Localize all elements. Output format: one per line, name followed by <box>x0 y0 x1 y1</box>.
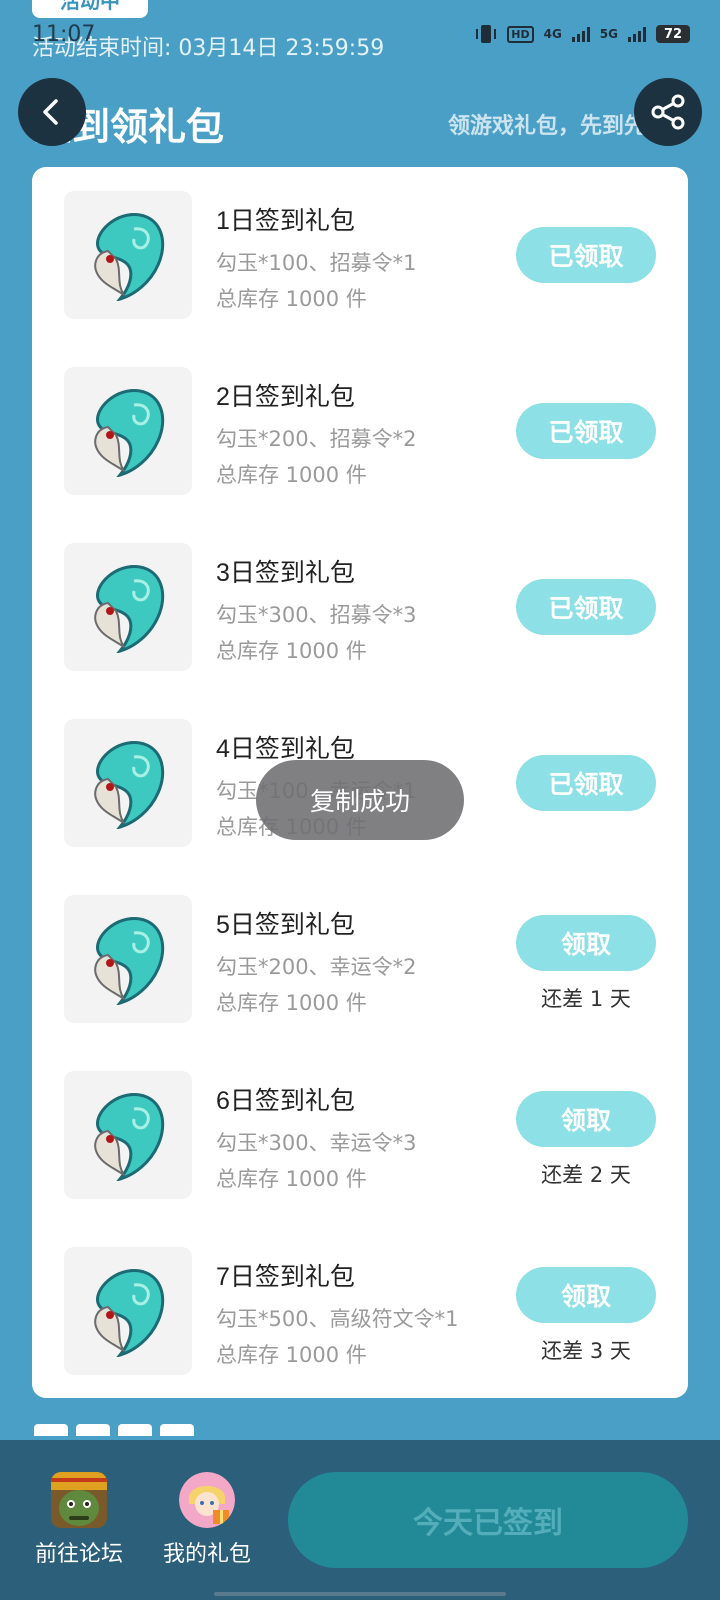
gift-items: 勾玉*500、高级符文令*1 <box>216 1307 459 1331</box>
chevron-left-icon <box>43 99 58 125</box>
copy-success-toast: 复制成功 <box>256 760 464 840</box>
claim-button[interactable]: 领取 <box>516 1091 656 1147</box>
status-bar: 活动结束时间: 03月14日 23:59:59 11:07 HD 4G 5G 7… <box>0 0 720 70</box>
gift-title: 3日签到礼包 <box>216 559 355 587</box>
status-icons: HD 4G 5G 72 <box>475 24 690 44</box>
home-indicator <box>214 1592 506 1596</box>
share-button[interactable] <box>634 78 702 146</box>
gift-row-day-7: 7日签到礼包 勾玉*500、高级符文令*1 总库存 1000 件 领取 还差 3… <box>32 1247 688 1375</box>
gift-row-day-2: 2日签到礼包 勾玉*200、招募令*2 总库存 1000 件 已领取 <box>32 367 688 495</box>
days-remaining: 还差 1 天 <box>541 987 631 1011</box>
share-icon <box>651 94 685 130</box>
magatama-icon <box>64 543 192 671</box>
status-time: 11:07 <box>32 22 96 47</box>
forum-nav-label: 前往论坛 <box>34 1542 123 1567</box>
my-gifts-nav-button[interactable]: 我的礼包 <box>152 1472 262 1568</box>
character-gift-icon <box>179 1472 235 1528</box>
vibrate-icon <box>476 25 497 43</box>
gift-items: 勾玉*200、幸运令*2 <box>216 955 417 979</box>
magatama-icon <box>64 719 192 847</box>
my-gifts-nav-label: 我的礼包 <box>162 1542 251 1567</box>
claimed-button[interactable]: 已领取 <box>516 403 656 459</box>
network-5g-label: 5G <box>599 27 618 41</box>
network-4g-label: 4G <box>543 27 562 41</box>
claimed-button[interactable]: 已领取 <box>516 755 656 811</box>
hd-icon: HD <box>507 25 534 43</box>
days-remaining: 还差 3 天 <box>541 1339 631 1363</box>
claim-button[interactable]: 领取 <box>516 915 656 971</box>
gift-stock: 总库存 1000 件 <box>216 463 367 487</box>
battery-icon: 72 <box>656 25 690 43</box>
magatama-icon <box>64 1247 192 1375</box>
magatama-icon <box>64 367 192 495</box>
gift-items: 勾玉*300、幸运令*3 <box>216 1131 417 1155</box>
gift-items: 勾玉*300、招募令*3 <box>216 603 417 627</box>
gift-title: 7日签到礼包 <box>216 1263 355 1291</box>
gift-row-day-3: 3日签到礼包 勾玉*300、招募令*3 总库存 1000 件 已领取 <box>32 543 688 671</box>
forum-nav-button[interactable]: 前往论坛 <box>24 1472 134 1568</box>
gift-stock: 总库存 1000 件 <box>216 1167 367 1191</box>
gift-items: 勾玉*200、招募令*2 <box>216 427 417 451</box>
bottom-bar: 前往论坛 我的礼包 今天已签到 <box>0 1440 720 1600</box>
gift-stock: 总库存 1000 件 <box>216 991 367 1015</box>
game-avatar-icon <box>51 1472 107 1528</box>
gift-row-day-6: 6日签到礼包 勾玉*300、幸运令*3 总库存 1000 件 领取 还差 2 天 <box>32 1071 688 1199</box>
gift-title: 1日签到礼包 <box>216 207 355 235</box>
magatama-icon <box>64 191 192 319</box>
claimed-button[interactable]: 已领取 <box>516 579 656 635</box>
claim-button[interactable]: 领取 <box>516 1267 656 1323</box>
gift-row-day-5: 5日签到礼包 勾玉*200、幸运令*2 总库存 1000 件 领取 还差 1 天 <box>32 895 688 1023</box>
gift-items: 勾玉*100、招募令*1 <box>216 251 417 275</box>
gift-row-day-1: 1日签到礼包 勾玉*100、招募令*1 总库存 1000 件 已领取 <box>32 191 688 319</box>
magatama-icon <box>64 895 192 1023</box>
gift-title: 2日签到礼包 <box>216 383 355 411</box>
gift-stock: 总库存 1000 件 <box>216 287 367 311</box>
days-remaining: 还差 2 天 <box>541 1163 631 1187</box>
signal-4g-icon <box>571 26 590 42</box>
gift-stock: 总库存 1000 件 <box>216 1343 367 1367</box>
signal-5g-icon <box>628 26 646 42</box>
next-section-heading-partial <box>34 1424 234 1436</box>
gift-title: 6日签到礼包 <box>216 1087 355 1115</box>
claimed-button[interactable]: 已领取 <box>516 227 656 283</box>
gift-stock: 总库存 1000 件 <box>216 639 367 663</box>
signed-today-button[interactable]: 今天已签到 <box>288 1472 688 1568</box>
gift-title: 5日签到礼包 <box>216 911 355 939</box>
magatama-icon <box>64 1071 192 1199</box>
back-button[interactable] <box>18 78 86 146</box>
